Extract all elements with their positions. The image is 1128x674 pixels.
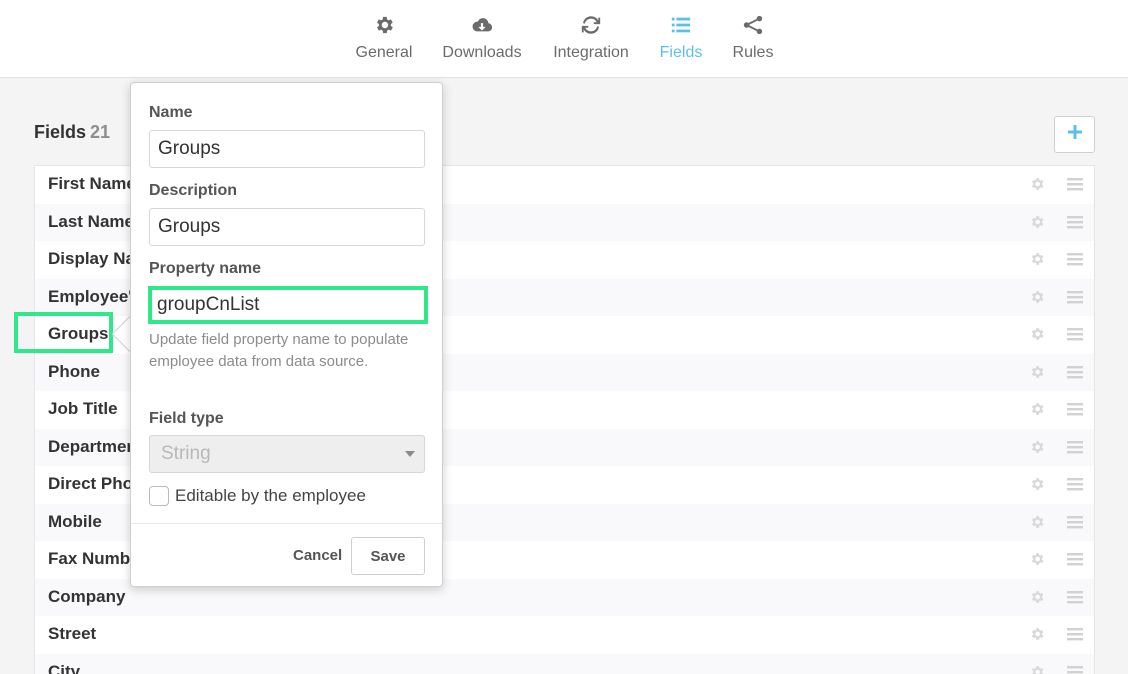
table-row[interactable]: City xyxy=(35,653,1094,674)
drag-handle-icon[interactable] xyxy=(1067,176,1083,192)
nav-rules-label: Rules xyxy=(732,44,774,61)
share-icon xyxy=(742,14,764,36)
gear-icon[interactable] xyxy=(1029,364,1045,380)
field-name: First Name xyxy=(48,174,136,193)
gear-icon[interactable] xyxy=(1029,589,1045,605)
property-help-text: Update field property name to populate e… xyxy=(149,331,409,370)
drag-handle-icon[interactable] xyxy=(1067,439,1083,455)
gear-icon[interactable] xyxy=(1029,214,1045,230)
drag-handle-icon[interactable] xyxy=(1067,664,1083,674)
chevron-down-icon xyxy=(405,451,415,457)
drag-handle-icon[interactable] xyxy=(1067,401,1083,417)
gear-icon[interactable] xyxy=(1029,251,1045,267)
nav-downloads-label: Downloads xyxy=(442,44,522,61)
nav-fields[interactable]: Fields xyxy=(657,14,705,70)
cloud-download-icon xyxy=(471,14,493,36)
plus-icon xyxy=(1067,124,1083,145)
description-field[interactable]: Groups xyxy=(149,208,425,246)
edit-field-popover: Name Groups Description Groups Property … xyxy=(130,82,443,587)
drag-handle-icon[interactable] xyxy=(1067,214,1083,230)
list-icon xyxy=(670,14,692,36)
name-label: Name xyxy=(149,104,193,121)
field-name: Company xyxy=(48,586,126,606)
field-name: Job Title xyxy=(48,399,118,418)
gear-icon xyxy=(373,14,395,36)
nav-fields-label: Fields xyxy=(659,44,703,61)
drag-handle-icon[interactable] xyxy=(1067,551,1083,567)
field-type-label: Field type xyxy=(149,410,224,427)
nav-rules[interactable]: Rules xyxy=(730,14,776,70)
field-name: City xyxy=(48,661,81,674)
drag-handle-icon[interactable] xyxy=(1067,364,1083,380)
add-field-button[interactable] xyxy=(1054,116,1095,153)
field-name: Phone xyxy=(48,361,100,381)
field-name: Last Name xyxy=(48,211,134,231)
gear-icon[interactable] xyxy=(1029,176,1045,192)
nav-integration-label: Integration xyxy=(553,44,629,61)
field-name: Employee's xyxy=(48,286,142,306)
field-name: Street xyxy=(48,624,97,643)
gear-icon[interactable] xyxy=(1029,551,1045,567)
table-row[interactable]: Street xyxy=(35,616,1094,654)
field-type-value: String xyxy=(161,443,211,464)
gear-icon[interactable] xyxy=(1029,439,1045,455)
gear-icon[interactable] xyxy=(1029,514,1045,530)
field-type-select[interactable]: String xyxy=(149,435,425,473)
fields-heading: Fields 21 xyxy=(34,122,110,143)
drag-handle-icon[interactable] xyxy=(1067,476,1083,492)
drag-handle-icon[interactable] xyxy=(1067,589,1083,605)
drag-handle-icon[interactable] xyxy=(1067,514,1083,530)
fields-title: Fields xyxy=(34,122,87,142)
gear-icon[interactable] xyxy=(1029,626,1045,642)
field-name: Department xyxy=(48,436,143,456)
nav-integration[interactable]: Integration xyxy=(550,14,632,70)
drag-handle-icon[interactable] xyxy=(1067,626,1083,642)
description-label: Description xyxy=(149,182,238,199)
editable-label: Editable by the employee xyxy=(175,486,366,505)
nav-downloads[interactable]: Downloads xyxy=(441,14,523,70)
cancel-button[interactable]: Cancel xyxy=(293,547,342,564)
nav-general[interactable]: General xyxy=(352,14,416,70)
property-name-field[interactable]: groupCnList xyxy=(148,286,428,324)
field-name: Mobile xyxy=(48,511,102,531)
editable-checkbox[interactable] xyxy=(149,486,169,506)
top-navigation: General Downloads Integration Fields Rul… xyxy=(0,0,1128,78)
gear-icon[interactable] xyxy=(1029,326,1045,342)
drag-handle-icon[interactable] xyxy=(1067,326,1083,342)
fields-count: 21 xyxy=(90,122,111,142)
gear-icon[interactable] xyxy=(1029,289,1045,305)
groups-highlight xyxy=(14,312,113,353)
divider xyxy=(131,523,442,524)
gear-icon[interactable] xyxy=(1029,476,1045,492)
gear-icon[interactable] xyxy=(1029,401,1045,417)
property-name-label: Property name xyxy=(149,260,262,277)
sync-icon xyxy=(580,14,602,36)
save-button[interactable]: Save xyxy=(351,537,425,575)
drag-handle-icon[interactable] xyxy=(1067,289,1083,305)
nav-general-label: General xyxy=(355,44,413,61)
name-field[interactable]: Groups xyxy=(149,130,425,168)
gear-icon[interactable] xyxy=(1029,664,1045,674)
drag-handle-icon[interactable] xyxy=(1067,251,1083,267)
